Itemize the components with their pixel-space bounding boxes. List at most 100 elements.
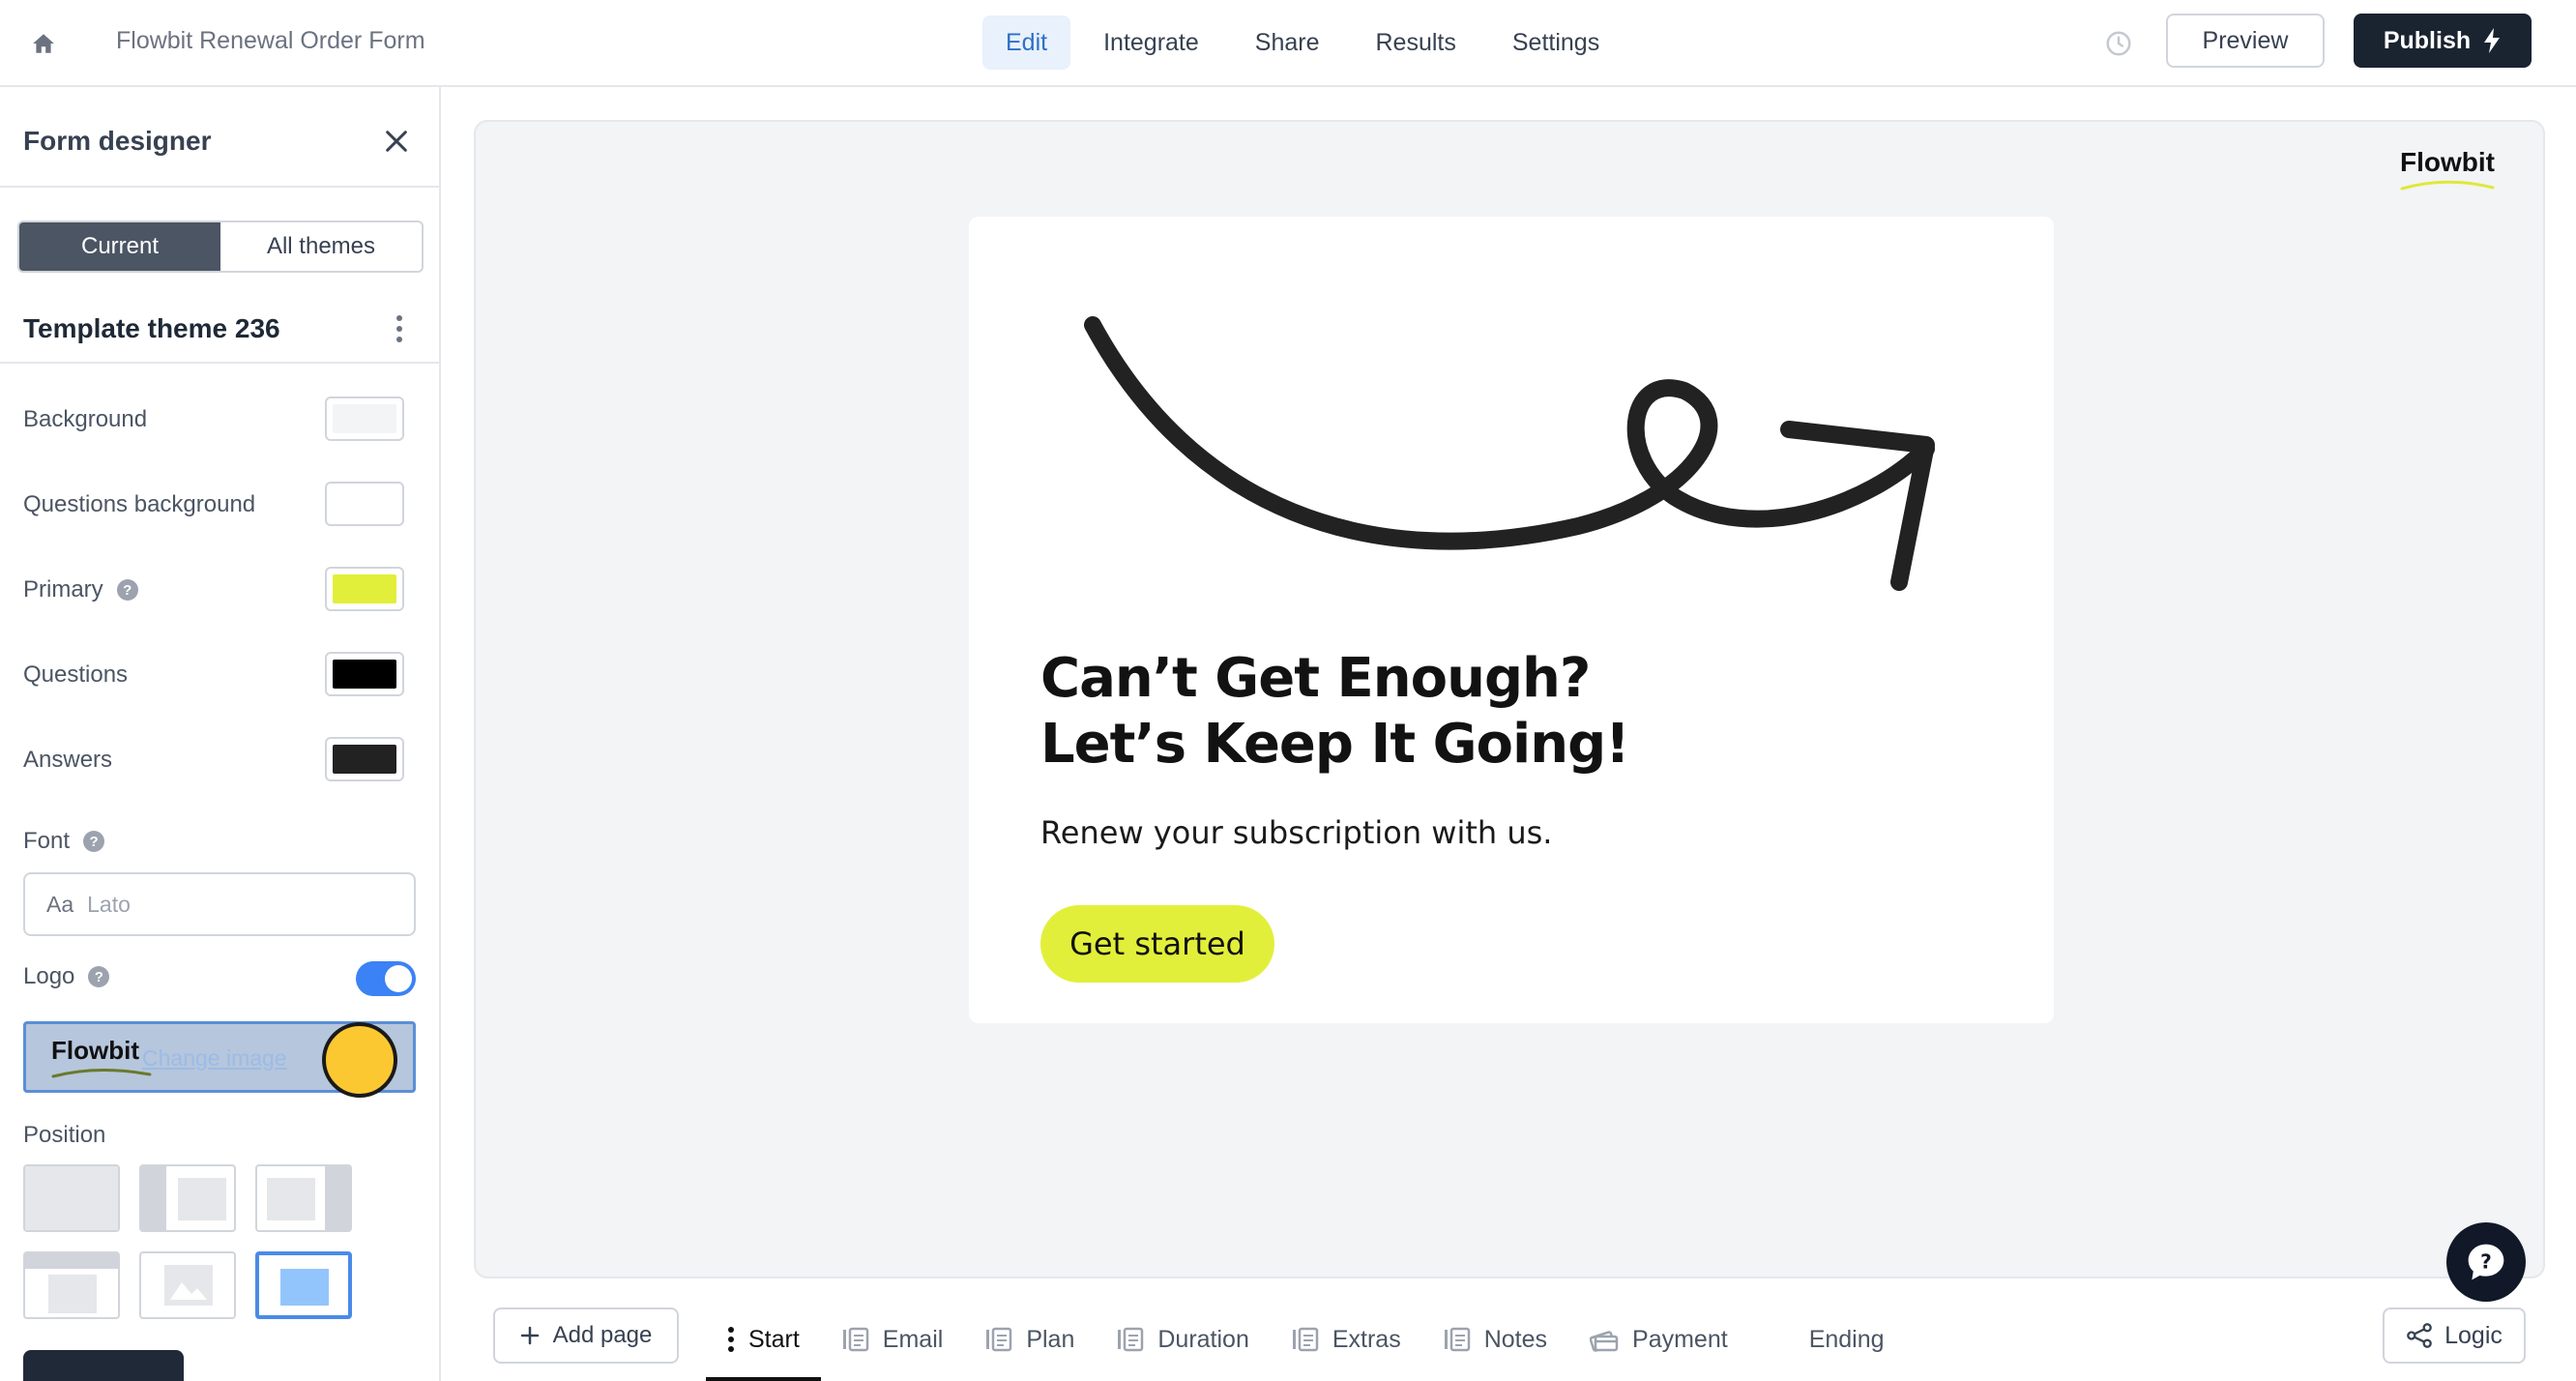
swatch-fill [333, 574, 396, 603]
page-tab-extras[interactable]: Extras [1271, 1308, 1422, 1371]
share-nodes-icon [2407, 1323, 2432, 1348]
font-value: Lato [87, 891, 131, 917]
change-image-link[interactable]: Change image [142, 1045, 287, 1072]
lightning-icon [2484, 28, 2501, 53]
add-page-label: Add page [552, 1322, 653, 1348]
position-option-right[interactable] [255, 1164, 352, 1232]
add-button[interactable] [23, 1350, 184, 1381]
theme-name: Template theme 236 [23, 313, 280, 343]
font-select[interactable]: Aa Lato [23, 872, 416, 936]
page-tab-label: Ending [1808, 1325, 1885, 1353]
kebab-menu-icon[interactable] [385, 309, 414, 348]
page-tab-notes[interactable]: Notes [1422, 1308, 1568, 1371]
logo-toggle[interactable] [356, 961, 416, 996]
tab-settings[interactable]: Settings [1489, 15, 1623, 70]
position-label: Position [23, 1122, 106, 1148]
close-icon[interactable] [377, 122, 416, 161]
page-tab-plan[interactable]: Plan [964, 1308, 1096, 1371]
swatch-fill [333, 745, 396, 774]
swatch-fill [333, 489, 396, 518]
page-icon [842, 1327, 869, 1352]
logic-button[interactable]: Logic [2383, 1308, 2526, 1364]
preview-button[interactable]: Preview [2166, 14, 2325, 68]
get-started-button[interactable]: Get started [1040, 905, 1274, 983]
history-icon[interactable] [2100, 25, 2137, 62]
brand-swoosh-icon [2400, 180, 2495, 191]
help-icon[interactable]: ? [83, 831, 105, 852]
font-prefix: Aa [46, 891, 74, 917]
publish-button[interactable]: Publish [2354, 14, 2532, 68]
logo-label: Logo? [23, 963, 110, 990]
page-tab-payment[interactable]: Payment [1568, 1308, 1749, 1371]
page-tab-label: Duration [1157, 1325, 1249, 1353]
page-tab-label: Start [748, 1325, 800, 1353]
page-icon [1118, 1327, 1144, 1352]
help-chat-icon[interactable]: ? [2446, 1222, 2526, 1302]
theme-tab-all-themes[interactable]: All themes [220, 222, 422, 271]
page-icon [1292, 1327, 1319, 1352]
position-option-top[interactable] [23, 1251, 120, 1319]
position-option-left[interactable] [139, 1164, 236, 1232]
cursor-indicator [322, 1022, 397, 1098]
questions-background-color-swatch[interactable] [325, 482, 404, 526]
answers-color-swatch[interactable] [325, 737, 404, 781]
home-icon[interactable] [25, 25, 62, 62]
tab-results[interactable]: Results [1353, 15, 1479, 70]
background-label: Background [23, 406, 148, 432]
theme-tab-current[interactable]: Current [19, 222, 220, 271]
help-icon[interactable]: ? [88, 966, 110, 987]
page-tab-email[interactable]: Email [821, 1308, 965, 1371]
questions-background-label: Questions background [23, 491, 256, 517]
logo-preview-text: Flowbit [51, 1036, 139, 1065]
top-nav-tabs: Edit Integrate Share Results Settings [982, 15, 1623, 70]
background-color-swatch[interactable] [325, 397, 404, 441]
questions-color-swatch[interactable] [325, 652, 404, 696]
position-option-background[interactable] [255, 1251, 352, 1319]
tab-edit[interactable]: Edit [982, 15, 1071, 70]
drag-dots-icon [728, 1327, 734, 1352]
headline-line-2: Let’s Keep It Going! [1040, 713, 1630, 776]
logo-preview[interactable]: Flowbit Change image [23, 1021, 416, 1098]
swatch-fill [333, 660, 396, 689]
page-tab-duration[interactable]: Duration [1096, 1308, 1271, 1371]
welcome-card: Can’t Get Enough? Let’s Keep It Going! R… [969, 217, 2054, 1023]
add-page-button[interactable]: Add page [493, 1308, 679, 1364]
help-icon[interactable]: ? [116, 579, 138, 601]
tab-integrate[interactable]: Integrate [1080, 15, 1222, 70]
position-option-full[interactable] [23, 1164, 120, 1232]
page-icon [1444, 1327, 1470, 1352]
top-bar: Flowbit Renewal Order Form Edit Integrat… [0, 0, 2576, 87]
plus-icon [520, 1326, 539, 1345]
page-tabs: Start Email Plan Duration Extras Notes P… [706, 1308, 1906, 1381]
welcome-subline: Renew your subscription with us. [1040, 814, 1553, 851]
font-label: Font? [23, 828, 105, 855]
page-icon [986, 1327, 1012, 1352]
image-icon [164, 1265, 213, 1306]
divider [0, 362, 439, 364]
svg-text:?: ? [2480, 1249, 2492, 1273]
publish-label: Publish [2383, 26, 2472, 54]
form-canvas: Flowbit Can’t Get Enough? Let’s Keep It … [474, 120, 2545, 1278]
theme-switch: Current All themes [17, 220, 424, 273]
form-title[interactable]: Flowbit Renewal Order Form [116, 27, 425, 55]
page-tab-label: Extras [1332, 1325, 1401, 1353]
credit-card-icon [1590, 1331, 1619, 1352]
tile-fill [178, 1178, 226, 1220]
position-option-image[interactable] [139, 1251, 236, 1319]
welcome-headline: Can’t Get Enough? Let’s Keep It Going! [1040, 646, 1630, 778]
loop-arrow-illustration [1084, 316, 1935, 591]
logo-swoosh-icon [51, 1068, 152, 1078]
headline-line-1: Can’t Get Enough? [1040, 647, 1591, 710]
logic-label: Logic [2444, 1321, 2503, 1349]
page-tab-start[interactable]: Start [706, 1308, 821, 1381]
primary-color-swatch[interactable] [325, 567, 404, 611]
tile-fill [280, 1269, 329, 1306]
page-tab-label: Notes [1483, 1325, 1548, 1353]
page-tab-ending[interactable]: Ending [1749, 1308, 1906, 1371]
form-designer-panel: Form designer Current All themes Templat… [0, 87, 441, 1381]
tab-share[interactable]: Share [1232, 15, 1343, 70]
swatch-fill [333, 404, 396, 433]
toggle-knob [385, 965, 412, 992]
page-tab-label: Plan [1026, 1325, 1075, 1353]
primary-label: Primary? [23, 576, 138, 603]
